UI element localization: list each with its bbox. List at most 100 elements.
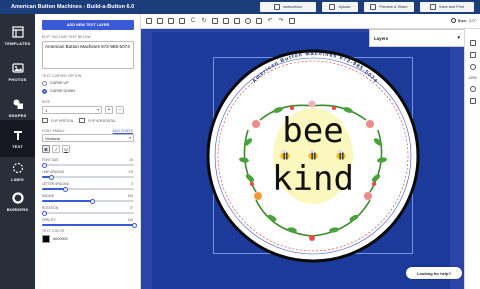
align-icon[interactable] <box>212 18 218 24</box>
save-label: Save and Print <box>439 5 464 9</box>
slider-value: 100 <box>127 193 133 198</box>
slider-line-spacing[interactable]: LINE SPACING 0.9 <box>42 169 134 180</box>
preview-label: Preview & Share <box>379 5 408 9</box>
slider-handle[interactable] <box>131 222 137 228</box>
redo-icon[interactable]: ↷ <box>278 18 284 24</box>
size-select[interactable]: 1 ▾ <box>42 106 102 114</box>
layers-panel[interactable]: Layers ▾ <box>369 29 465 47</box>
chevron-down-icon: ▾ <box>129 136 131 140</box>
grid-icon[interactable] <box>256 18 262 24</box>
paste-icon[interactable] <box>168 18 174 24</box>
layer-icon[interactable] <box>223 18 229 24</box>
bold-button[interactable]: B <box>42 145 50 153</box>
text-color-swatch[interactable] <box>42 235 50 243</box>
slider-handle[interactable] <box>42 162 47 168</box>
slider-handle[interactable] <box>42 210 47 216</box>
canvas-toolbar: C ↻ ↶ ↷ Size: 3.0" <box>141 14 480 29</box>
underline-button[interactable]: U <box>62 145 70 153</box>
slider-track[interactable] <box>42 210 134 216</box>
slider-rotation[interactable]: ROTATION 0° <box>42 205 134 216</box>
slider-letter-spacing[interactable]: LETTER SPACING 3 <box>42 181 134 192</box>
slider-radius[interactable]: RADIUS 100 <box>42 193 134 204</box>
curve-down-radio[interactable] <box>42 88 47 94</box>
slider-label: RADIUS <box>42 193 55 198</box>
size-label: SIZE <box>42 100 50 104</box>
slider-label: LETTER SPACING <box>42 181 70 186</box>
layers-title: Layers <box>374 35 389 41</box>
size-indicator-label: Size: <box>457 18 468 23</box>
sidebar-label: LINES <box>11 177 24 182</box>
sidebar-item-text[interactable]: TEXT <box>0 120 35 157</box>
slider-handle[interactable] <box>48 174 54 180</box>
upload-icon <box>329 4 336 10</box>
flip-horizontal-button[interactable]: FLIP HORIZONTAL <box>88 119 116 123</box>
slider-track[interactable] <box>42 162 134 168</box>
design-canvas[interactable]: American Button Machines 972-985-5074 be… <box>141 29 464 289</box>
upload-button[interactable]: Upload <box>322 2 358 12</box>
layers-toggle-icon[interactable] <box>469 52 476 58</box>
button-design[interactable]: American Button Machines 972-985-5074 be… <box>152 32 450 289</box>
chevron-down-icon[interactable]: ▾ <box>457 35 460 41</box>
text-color-value[interactable]: #000000 <box>53 237 68 241</box>
help-button[interactable]: Looking for help? <box>406 267 462 279</box>
text-icon <box>13 130 22 140</box>
copy-icon[interactable] <box>157 18 163 24</box>
photos-icon <box>11 63 24 73</box>
flip-vertical-button[interactable]: FLIP VERTICAL <box>51 119 74 123</box>
kind-text[interactable]: kind <box>272 159 354 199</box>
sidebar-label: SHAPES <box>8 113 27 118</box>
slider-value: 0° <box>129 205 133 210</box>
curve-up-radio[interactable] <box>42 80 47 86</box>
slider-track[interactable] <box>42 186 134 192</box>
undo-icon[interactable]: ↶ <box>267 18 273 24</box>
save-print-button[interactable]: Save and Print <box>420 2 474 12</box>
instructions-button[interactable]: Instructions <box>260 2 316 12</box>
font-family-select[interactable]: Verdana ▾ <box>42 134 134 142</box>
slider-handle[interactable] <box>62 186 68 192</box>
size-increase-button[interactable]: + <box>105 106 113 114</box>
sidebar-item-borders[interactable]: BORDERS <box>0 184 35 220</box>
add-text-layer-button[interactable]: ADD NEW TEXT LAYER <box>42 20 134 30</box>
app-title: American Button Machines - Build-a-Butto… <box>11 4 135 10</box>
add-fonts-link[interactable]: ADD FONTS <box>113 129 133 133</box>
text-color-label: TEXT COLOR <box>42 229 65 233</box>
slider-opacity[interactable]: OPACITY 100 <box>42 217 137 228</box>
slider-label: ROTATION <box>42 205 58 210</box>
italic-button[interactable]: I <box>52 145 60 153</box>
flip-horizontal-icon[interactable] <box>79 118 86 123</box>
slider-handle[interactable] <box>90 198 96 204</box>
font-family-value: Verdana <box>45 135 60 141</box>
slider-track[interactable] <box>42 222 137 228</box>
crop-icon[interactable]: C <box>190 18 196 24</box>
button-size-indicator[interactable]: Size: 3.0" <box>450 18 476 23</box>
artboard[interactable]: American Button Machines 972-985-5074 be… <box>152 32 450 289</box>
fit-icon[interactable] <box>234 18 240 24</box>
slider-track[interactable] <box>42 174 134 180</box>
fit-screen-icon[interactable] <box>469 98 476 104</box>
slider-value: 3 <box>131 181 133 186</box>
flip-vertical-icon[interactable] <box>42 118 48 123</box>
new-file-icon[interactable] <box>146 18 152 24</box>
borders-icon <box>11 192 24 204</box>
sidebar-item-templates[interactable]: TEMPLATES <box>0 18 35 54</box>
zoom-in-icon[interactable] <box>469 64 476 70</box>
slider-font-size[interactable]: FONT SIZE 10 <box>42 157 134 168</box>
curve-down-option[interactable]: CURVE DOWN <box>42 87 133 95</box>
delete-icon[interactable] <box>289 18 295 24</box>
grid-view-icon[interactable] <box>469 40 476 46</box>
curve-up-option[interactable]: CURVE UP <box>42 79 133 87</box>
slider-track[interactable] <box>42 198 134 204</box>
sidebar-item-photos[interactable]: PHOTOS <box>0 54 35 90</box>
preview-share-button[interactable]: Preview & Share <box>364 2 414 12</box>
bee-text[interactable]: bee <box>282 111 343 151</box>
duplicate-icon[interactable] <box>179 18 185 24</box>
tagline-text-input[interactable]: American Button Machines 972-985-5074 <box>42 41 134 69</box>
zoom-out-icon[interactable] <box>469 86 476 92</box>
circle-guide-icon[interactable] <box>245 18 251 24</box>
font-family-label: FONT FAMILY <box>42 129 65 133</box>
sidebar-label: TEXT <box>11 143 24 149</box>
size-decrease-button[interactable]: − <box>116 106 124 114</box>
slider-value: 0.9 <box>128 169 133 174</box>
sidebar-label: BORDERS <box>6 207 29 212</box>
rotate-icon[interactable]: ↻ <box>201 18 207 24</box>
